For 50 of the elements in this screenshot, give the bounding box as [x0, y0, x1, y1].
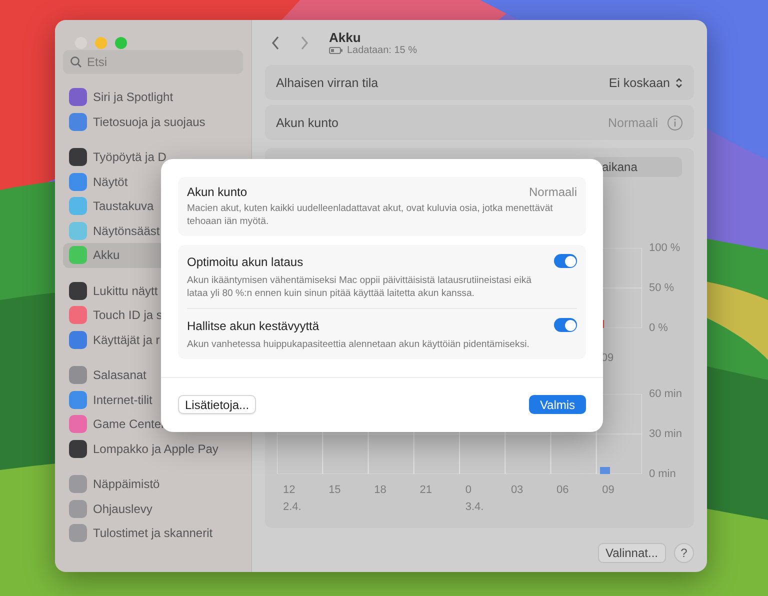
axis-label: 06: [556, 484, 570, 496]
toggle-switch[interactable]: [554, 254, 577, 268]
learn-more-button[interactable]: Lisätietoja...: [178, 395, 256, 414]
axis-label: 0: [465, 484, 472, 496]
axis-label: 03: [510, 484, 524, 496]
axis-label: 12: [282, 484, 296, 496]
info-icon[interactable]: [667, 114, 683, 130]
sidebar-item[interactable]: Lompakko ja Apple Pay: [63, 436, 243, 461]
search-icon: [70, 56, 82, 68]
health-value: Normaali: [528, 185, 577, 199]
updown-arrows-icon: [675, 76, 683, 88]
forward-button[interactable]: [298, 36, 309, 50]
setting-title: Hallitse akun kestävyyttä: [187, 319, 320, 333]
axis-label: 0 min: [648, 468, 677, 480]
charging-status: Ladataan: 15 %: [346, 44, 418, 56]
description: Macien akut, kuten kaikki uudelleenladattavat akut, ovat kuluvia osia, jotka menettävät tehoaan iän myötä.: [187, 202, 554, 228]
sidebar-item[interactable]: Siri ja Spotlight: [63, 85, 243, 110]
battery-icon: [328, 46, 343, 54]
close-button[interactable]: [75, 37, 87, 49]
help-button[interactable]: ?: [674, 543, 694, 563]
row-value: Normaali: [608, 116, 658, 130]
axis-label: 50 %: [648, 282, 676, 294]
row-label: Akun kunto: [276, 116, 339, 130]
segment-button[interactable]: aikana: [592, 157, 682, 177]
axis-label: 30 min: [648, 428, 682, 440]
description: Akun ikääntymisen vähentämiseksi Mac oppii päivittäisistä latausrutiineistasi eikä lataa yli 80 %:n ennen kuin sinun pitää käyttää laitetta akun kanssa.: [187, 274, 532, 300]
done-button[interactable]: Valmis: [529, 395, 586, 414]
axis-label: 15: [328, 484, 342, 496]
back-button[interactable]: [270, 36, 281, 50]
sidebar-item[interactable]: Ohjauslevy: [63, 496, 243, 521]
search-field[interactable]: Etsi: [63, 50, 243, 74]
sidebar-item[interactable]: Tietosuoja ja suojaus: [63, 110, 243, 134]
mode-popup[interactable]: Ei koskaan: [608, 76, 683, 90]
toggle-switch[interactable]: [554, 318, 577, 332]
options-button[interactable]: Valinnat...: [598, 543, 666, 563]
sidebar-item[interactable]: Näppäimistö: [63, 472, 243, 496]
date-label: 3.4.: [465, 501, 485, 513]
axis-label: 09: [602, 484, 616, 496]
axis-label: 100 %: [648, 242, 680, 254]
sidebar-item[interactable]: Tulostimet ja skannerit: [63, 521, 243, 546]
axis-label: 0 %: [648, 322, 669, 334]
row-label: Alhaisen virran tila: [276, 76, 378, 90]
card-title: Akun kunto: [187, 185, 248, 199]
axis-label: 18: [374, 484, 388, 496]
axis-label: 60 min: [648, 388, 682, 400]
description: Akun vanhetessa huippukapasiteettia alennetaan akun käyttöiän pidentämiseksi.: [187, 338, 530, 351]
zoom-button[interactable]: [115, 37, 127, 49]
date-label: 2.4.: [282, 501, 302, 513]
axis-label: 21: [420, 484, 433, 496]
page-title: Akku: [328, 30, 362, 44]
